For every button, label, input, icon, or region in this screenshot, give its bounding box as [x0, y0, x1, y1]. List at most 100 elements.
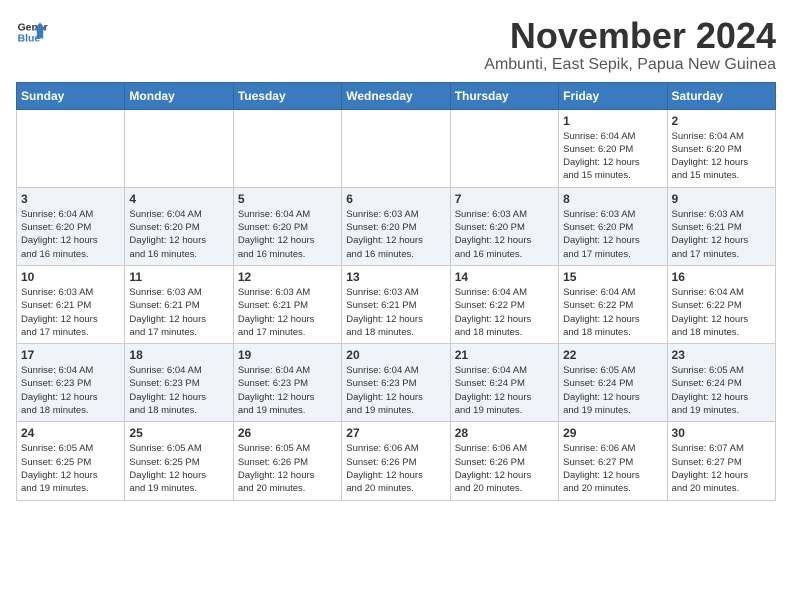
- day-number: 29: [563, 426, 662, 440]
- day-cell: 10 Sunrise: 6:03 AM Sunset: 6:21 PM Dayli…: [17, 265, 125, 343]
- day-cell: 21 Sunrise: 6:04 AM Sunset: 6:24 PM Dayli…: [450, 344, 558, 422]
- day-number: 27: [346, 426, 445, 440]
- day-number: 7: [455, 192, 554, 206]
- calendar-header: SundayMondayTuesdayWednesdayThursdayFrid…: [17, 82, 776, 109]
- day-info: Sunrise: 6:04 AM Sunset: 6:20 PM Dayligh…: [129, 208, 228, 261]
- day-cell: 2 Sunrise: 6:04 AM Sunset: 6:20 PM Daylig…: [667, 109, 775, 187]
- day-info: Sunrise: 6:06 AM Sunset: 6:27 PM Dayligh…: [563, 442, 662, 495]
- day-info: Sunrise: 6:04 AM Sunset: 6:23 PM Dayligh…: [129, 364, 228, 417]
- day-cell: [450, 109, 558, 187]
- day-number: 14: [455, 270, 554, 284]
- day-cell: 30 Sunrise: 6:07 AM Sunset: 6:27 PM Dayli…: [667, 422, 775, 500]
- day-info: Sunrise: 6:03 AM Sunset: 6:21 PM Dayligh…: [672, 208, 771, 261]
- day-cell: 22 Sunrise: 6:05 AM Sunset: 6:24 PM Dayli…: [559, 344, 667, 422]
- day-number: 19: [238, 348, 337, 362]
- header-cell-tuesday: Tuesday: [233, 82, 341, 109]
- day-number: 23: [672, 348, 771, 362]
- header-row: SundayMondayTuesdayWednesdayThursdayFrid…: [17, 82, 776, 109]
- header-cell-friday: Friday: [559, 82, 667, 109]
- day-number: 2: [672, 114, 771, 128]
- day-info: Sunrise: 6:05 AM Sunset: 6:24 PM Dayligh…: [672, 364, 771, 417]
- day-cell: 19 Sunrise: 6:04 AM Sunset: 6:23 PM Dayli…: [233, 344, 341, 422]
- day-info: Sunrise: 6:03 AM Sunset: 6:21 PM Dayligh…: [129, 286, 228, 339]
- header-cell-saturday: Saturday: [667, 82, 775, 109]
- day-number: 22: [563, 348, 662, 362]
- day-number: 1: [563, 114, 662, 128]
- day-info: Sunrise: 6:03 AM Sunset: 6:21 PM Dayligh…: [238, 286, 337, 339]
- day-info: Sunrise: 6:04 AM Sunset: 6:23 PM Dayligh…: [238, 364, 337, 417]
- day-cell: 17 Sunrise: 6:04 AM Sunset: 6:23 PM Dayli…: [17, 344, 125, 422]
- day-cell: 7 Sunrise: 6:03 AM Sunset: 6:20 PM Daylig…: [450, 187, 558, 265]
- day-cell: 4 Sunrise: 6:04 AM Sunset: 6:20 PM Daylig…: [125, 187, 233, 265]
- day-cell: 29 Sunrise: 6:06 AM Sunset: 6:27 PM Dayli…: [559, 422, 667, 500]
- day-number: 8: [563, 192, 662, 206]
- day-number: 13: [346, 270, 445, 284]
- day-cell: 26Sunrise: 6:05 AM Sunset: 6:26 PM Dayli…: [233, 422, 341, 500]
- day-cell: 20Sunrise: 6:04 AM Sunset: 6:23 PM Dayli…: [342, 344, 450, 422]
- day-number: 3: [21, 192, 120, 206]
- day-number: 6: [346, 192, 445, 206]
- week-row-4: 24 Sunrise: 6:05 AM Sunset: 6:25 PM Dayli…: [17, 422, 776, 500]
- day-cell: 27Sunrise: 6:06 AM Sunset: 6:26 PM Dayli…: [342, 422, 450, 500]
- day-number: 17: [21, 348, 120, 362]
- day-cell: 23 Sunrise: 6:05 AM Sunset: 6:24 PM Dayli…: [667, 344, 775, 422]
- month-title: November 2024: [484, 16, 776, 56]
- day-cell: 16 Sunrise: 6:04 AM Sunset: 6:22 PM Dayli…: [667, 265, 775, 343]
- day-cell: 9 Sunrise: 6:03 AM Sunset: 6:21 PM Daylig…: [667, 187, 775, 265]
- day-cell: 6Sunrise: 6:03 AM Sunset: 6:20 PM Daylig…: [342, 187, 450, 265]
- day-info: Sunrise: 6:07 AM Sunset: 6:27 PM Dayligh…: [672, 442, 771, 495]
- day-info: Sunrise: 6:04 AM Sunset: 6:24 PM Dayligh…: [455, 364, 554, 417]
- week-row-2: 10 Sunrise: 6:03 AM Sunset: 6:21 PM Dayli…: [17, 265, 776, 343]
- day-number: 11: [129, 270, 228, 284]
- day-info: Sunrise: 6:05 AM Sunset: 6:24 PM Dayligh…: [563, 364, 662, 417]
- day-cell: 24 Sunrise: 6:05 AM Sunset: 6:25 PM Dayli…: [17, 422, 125, 500]
- day-cell: [342, 109, 450, 187]
- day-info: Sunrise: 6:05 AM Sunset: 6:26 PM Dayligh…: [238, 442, 337, 495]
- day-number: 28: [455, 426, 554, 440]
- day-number: 12: [238, 270, 337, 284]
- header-cell-wednesday: Wednesday: [342, 82, 450, 109]
- day-info: Sunrise: 6:05 AM Sunset: 6:25 PM Dayligh…: [21, 442, 120, 495]
- day-cell: 28 Sunrise: 6:06 AM Sunset: 6:26 PM Dayli…: [450, 422, 558, 500]
- location-title: Ambunti, East Sepik, Papua New Guinea: [484, 56, 776, 74]
- day-number: 9: [672, 192, 771, 206]
- day-cell: 14 Sunrise: 6:04 AM Sunset: 6:22 PM Dayli…: [450, 265, 558, 343]
- day-cell: [17, 109, 125, 187]
- day-number: 24: [21, 426, 120, 440]
- day-info: Sunrise: 6:06 AM Sunset: 6:26 PM Dayligh…: [455, 442, 554, 495]
- day-info: Sunrise: 6:04 AM Sunset: 6:22 PM Dayligh…: [455, 286, 554, 339]
- day-cell: 11 Sunrise: 6:03 AM Sunset: 6:21 PM Dayli…: [125, 265, 233, 343]
- day-cell: 12 Sunrise: 6:03 AM Sunset: 6:21 PM Dayli…: [233, 265, 341, 343]
- logo-icon: General Blue: [16, 16, 48, 48]
- calendar-body: 1 Sunrise: 6:04 AM Sunset: 6:20 PM Daylig…: [17, 109, 776, 500]
- header-cell-thursday: Thursday: [450, 82, 558, 109]
- day-number: 25: [129, 426, 228, 440]
- day-info: Sunrise: 6:04 AM Sunset: 6:20 PM Dayligh…: [238, 208, 337, 261]
- day-number: 10: [21, 270, 120, 284]
- day-info: Sunrise: 6:03 AM Sunset: 6:20 PM Dayligh…: [563, 208, 662, 261]
- day-number: 21: [455, 348, 554, 362]
- day-info: Sunrise: 6:04 AM Sunset: 6:23 PM Dayligh…: [21, 364, 120, 417]
- day-info: Sunrise: 6:04 AM Sunset: 6:23 PM Dayligh…: [346, 364, 445, 417]
- header-cell-sunday: Sunday: [17, 82, 125, 109]
- day-cell: 1Sunrise: 6:04 AM Sunset: 6:20 PM Daylig…: [559, 109, 667, 187]
- day-number: 16: [672, 270, 771, 284]
- day-number: 4: [129, 192, 228, 206]
- day-info: Sunrise: 6:03 AM Sunset: 6:20 PM Dayligh…: [455, 208, 554, 261]
- week-row-0: 1 Sunrise: 6:04 AM Sunset: 6:20 PM Daylig…: [17, 109, 776, 187]
- day-cell: 5Sunrise: 6:04 AM Sunset: 6:20 PM Daylig…: [233, 187, 341, 265]
- day-info: Sunrise: 6:04 AM Sunset: 6:20 PM Dayligh…: [21, 208, 120, 261]
- day-cell: 25Sunrise: 6:05 AM Sunset: 6:25 PM Dayli…: [125, 422, 233, 500]
- week-row-3: 17 Sunrise: 6:04 AM Sunset: 6:23 PM Dayli…: [17, 344, 776, 422]
- day-info: Sunrise: 6:04 AM Sunset: 6:20 PM Dayligh…: [672, 130, 771, 183]
- day-number: 18: [129, 348, 228, 362]
- day-info: Sunrise: 6:04 AM Sunset: 6:22 PM Dayligh…: [672, 286, 771, 339]
- day-cell: [125, 109, 233, 187]
- day-cell: [233, 109, 341, 187]
- logo: General Blue: [16, 16, 48, 48]
- week-row-1: 3 Sunrise: 6:04 AM Sunset: 6:20 PM Daylig…: [17, 187, 776, 265]
- day-info: Sunrise: 6:03 AM Sunset: 6:21 PM Dayligh…: [21, 286, 120, 339]
- day-cell: 13Sunrise: 6:03 AM Sunset: 6:21 PM Dayli…: [342, 265, 450, 343]
- day-number: 30: [672, 426, 771, 440]
- day-cell: 8 Sunrise: 6:03 AM Sunset: 6:20 PM Daylig…: [559, 187, 667, 265]
